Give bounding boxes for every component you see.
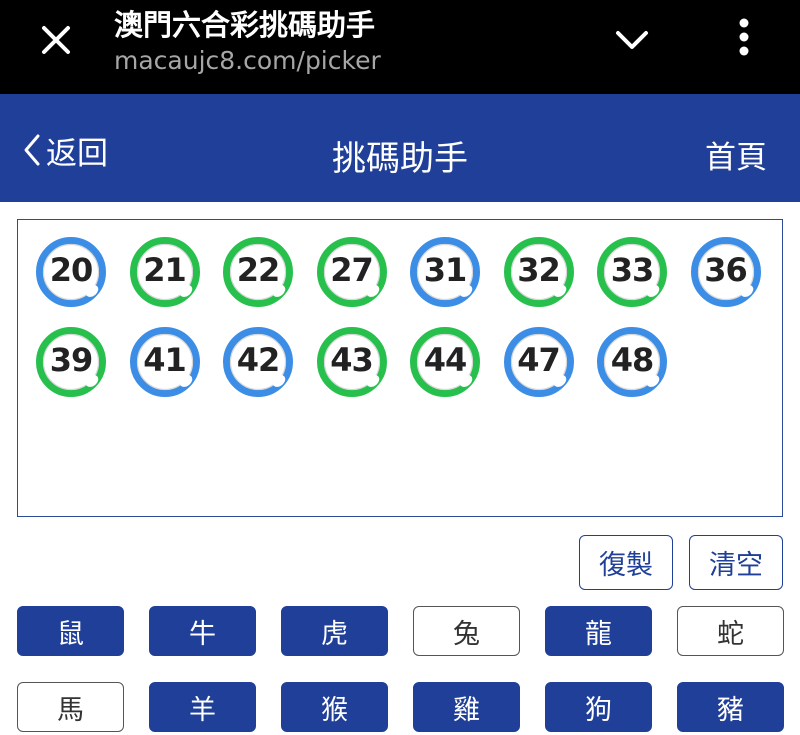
clear-button[interactable]: 清空	[689, 535, 783, 590]
zodiac-button[interactable]: 蛇	[677, 606, 784, 656]
ball-number: 33	[610, 251, 655, 289]
browser-toolbar: 澳門六合彩挑碼助手 macaujc8.com/picker	[0, 0, 800, 94]
ball-number: 32	[517, 251, 561, 289]
ball-number: 21	[143, 251, 187, 289]
browser-url[interactable]: macaujc8.com/picker	[114, 46, 381, 75]
number-ball-36[interactable]: 36	[690, 236, 762, 308]
browser-page-title: 澳門六合彩挑碼助手	[114, 8, 376, 42]
zodiac-button[interactable]: 馬	[17, 682, 124, 732]
number-ball-42[interactable]: 42	[222, 326, 294, 398]
zodiac-button[interactable]: 狗	[545, 682, 652, 732]
number-ball-41[interactable]: 41	[129, 326, 201, 398]
more-vertical-icon	[739, 18, 749, 56]
home-link[interactable]: 首頁	[705, 132, 767, 177]
zodiac-button[interactable]: 兔	[413, 606, 520, 656]
ball-number: 47	[517, 341, 561, 379]
zodiac-button[interactable]: 鼠	[17, 606, 124, 656]
zodiac-button[interactable]: 羊	[149, 682, 256, 732]
dropdown-button[interactable]	[610, 20, 654, 60]
number-ball-48[interactable]: 48	[596, 326, 668, 398]
ball-number: 43	[330, 341, 374, 379]
more-menu-button[interactable]	[726, 14, 762, 60]
ball-number: 48	[610, 341, 655, 379]
zodiac-button[interactable]: 豬	[677, 682, 784, 732]
page-title: 挑碼助手	[332, 139, 468, 179]
ball-number: 20	[49, 251, 94, 289]
number-ball-39[interactable]: 39	[35, 326, 107, 398]
number-ball-32[interactable]: 32	[503, 236, 575, 308]
close-icon	[42, 26, 70, 54]
zodiac-button[interactable]: 虎	[281, 606, 388, 656]
zodiac-button[interactable]: 龍	[545, 606, 652, 656]
number-ball-27[interactable]: 27	[316, 236, 388, 308]
number-ball-44[interactable]: 44	[409, 326, 481, 398]
zodiac-button[interactable]: 猴	[281, 682, 388, 732]
ball-number: 22	[236, 251, 281, 289]
copy-button[interactable]: 復製	[579, 535, 673, 590]
number-ball-21[interactable]: 21	[129, 236, 201, 308]
ball-number: 42	[236, 341, 281, 379]
number-ball-33[interactable]: 33	[596, 236, 668, 308]
zodiac-button[interactable]: 牛	[149, 606, 256, 656]
close-button[interactable]	[34, 18, 78, 62]
number-ball-43[interactable]: 43	[316, 326, 388, 398]
ball-number: 27	[330, 251, 374, 289]
number-ball-31[interactable]: 31	[409, 236, 481, 308]
app-header: 返回 挑碼助手 首頁	[0, 94, 800, 202]
ball-number: 41	[143, 341, 187, 379]
number-ball-20[interactable]: 20	[35, 236, 107, 308]
picked-numbers-box: 20 21 22 27 31 32 33 36 39 41 42 43 44 47 48	[17, 219, 783, 517]
ball-number: 44	[423, 341, 468, 379]
number-ball-22[interactable]: 22	[222, 236, 294, 308]
zodiac-button[interactable]: 雞	[413, 682, 520, 732]
ball-number: 39	[49, 341, 94, 379]
ball-number: 36	[704, 251, 748, 289]
number-ball-47[interactable]: 47	[503, 326, 575, 398]
chevron-down-icon	[616, 31, 648, 49]
ball-number: 31	[423, 251, 468, 289]
